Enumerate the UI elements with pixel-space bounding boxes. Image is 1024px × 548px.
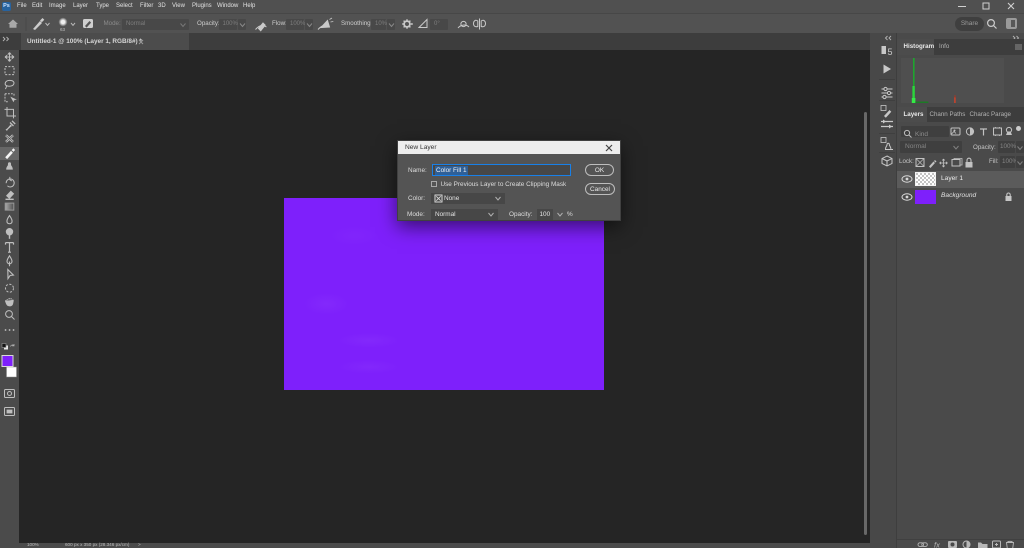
svg-text:63: 63 bbox=[60, 27, 66, 32]
svg-text:fx: fx bbox=[934, 541, 940, 548]
svg-text:5: 5 bbox=[888, 47, 893, 57]
svg-text:Kind: Kind bbox=[915, 131, 928, 138]
